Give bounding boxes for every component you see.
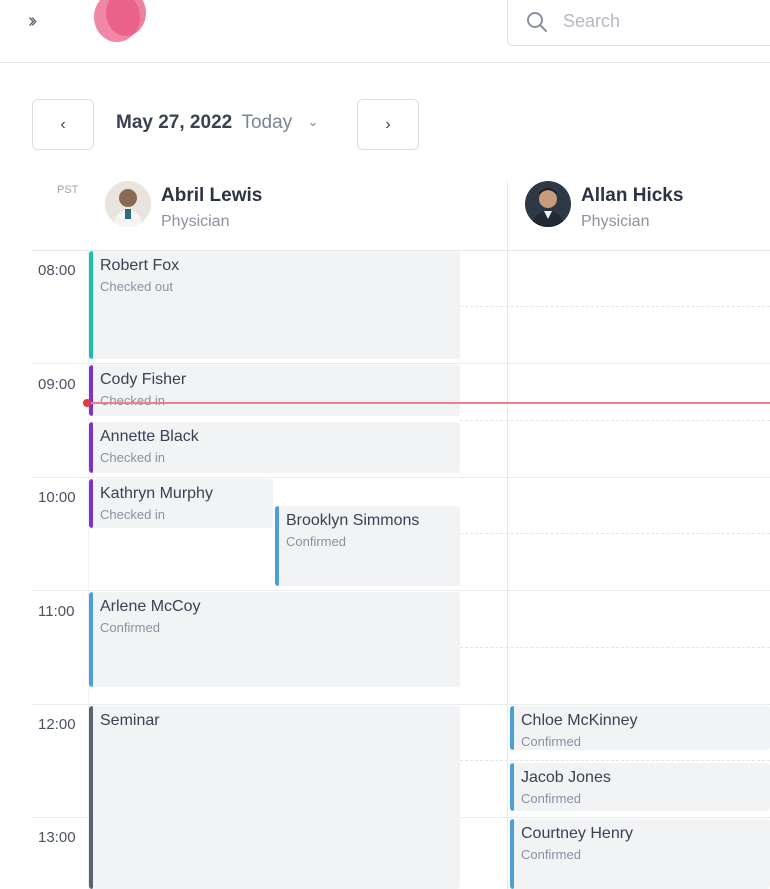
appointment-card[interactable]: Arlene McCoy Confirmed bbox=[89, 592, 460, 687]
appointment-status: Confirmed bbox=[521, 791, 581, 806]
appointment-status: Checked out bbox=[100, 279, 173, 294]
search-icon bbox=[527, 12, 547, 32]
half-hour-line bbox=[460, 533, 770, 534]
appointment-name: Seminar bbox=[100, 712, 160, 729]
avatar bbox=[105, 181, 151, 227]
appointment-name: Jacob Jones bbox=[521, 769, 611, 786]
appointment-card[interactable]: Jacob Jones Confirmed bbox=[510, 763, 770, 811]
half-hour-line bbox=[460, 647, 770, 648]
avatar bbox=[525, 181, 571, 227]
column-divider bbox=[507, 181, 508, 889]
half-hour-line bbox=[460, 420, 770, 421]
appointment-card[interactable]: Chloe McKinney Confirmed bbox=[510, 706, 770, 750]
provider-name: Abril Lewis bbox=[161, 185, 263, 206]
time-label: 08:00 bbox=[38, 262, 76, 279]
appointment-card[interactable]: Cody Fisher Checked in bbox=[89, 365, 460, 416]
current-time-dot bbox=[83, 399, 91, 407]
time-label: 12:00 bbox=[38, 716, 76, 733]
appointment-name: Cody Fisher bbox=[100, 371, 187, 388]
chevron-left-icon: ‹ bbox=[60, 116, 66, 133]
status-color-bar bbox=[510, 819, 514, 889]
appointment-name: Robert Fox bbox=[100, 257, 180, 274]
provider-name: Allan Hicks bbox=[581, 185, 684, 206]
previous-day-button[interactable]: ‹ bbox=[32, 99, 94, 150]
appointment-status: Confirmed bbox=[521, 847, 581, 862]
appointment-card[interactable]: Seminar bbox=[89, 706, 460, 889]
time-label: 10:00 bbox=[38, 489, 76, 506]
time-label: 13:00 bbox=[38, 829, 76, 846]
appointment-status: Checked in bbox=[100, 507, 166, 522]
appointment-name: Brooklyn Simmons bbox=[286, 512, 420, 529]
appointment-status: Confirmed bbox=[100, 620, 160, 635]
next-day-button[interactable]: › bbox=[357, 99, 419, 150]
status-color-bar bbox=[510, 706, 514, 750]
hour-line bbox=[32, 704, 770, 705]
hour-line bbox=[32, 590, 770, 591]
current-time-line bbox=[88, 402, 770, 404]
provider-role: Physician bbox=[161, 213, 230, 230]
status-color-bar bbox=[510, 763, 514, 811]
chevron-right-icon: › bbox=[385, 116, 391, 133]
status-color-bar bbox=[89, 251, 93, 359]
logo bbox=[94, 0, 154, 44]
appointment-card[interactable]: Robert Fox Checked out bbox=[89, 251, 460, 359]
status-color-bar bbox=[89, 706, 93, 889]
top-bar: ›› Search bbox=[0, 0, 770, 63]
appointment-status: Checked in bbox=[100, 450, 166, 465]
appointment-card[interactable]: Kathryn Murphy Checked in bbox=[89, 479, 273, 528]
appointment-card[interactable]: Brooklyn Simmons Confirmed bbox=[275, 506, 460, 586]
appointment-card[interactable]: Annette Black Checked in bbox=[89, 422, 460, 473]
chevron-down-icon: ⌄ bbox=[307, 114, 319, 129]
appointment-name: Arlene McCoy bbox=[100, 598, 201, 615]
appointment-name: Annette Black bbox=[100, 428, 199, 445]
appointment-card[interactable]: Courtney Henry Confirmed bbox=[510, 819, 770, 889]
status-color-bar bbox=[275, 506, 279, 586]
status-color-bar bbox=[89, 422, 93, 473]
hour-line bbox=[32, 363, 770, 364]
today-label: Today bbox=[241, 112, 293, 133]
timezone-label: PST bbox=[57, 184, 79, 196]
appointment-name: Chloe McKinney bbox=[521, 712, 638, 729]
appointment-name: Courtney Henry bbox=[521, 825, 634, 842]
date-picker[interactable]: May 27, 2022 Today ⌄ bbox=[116, 112, 318, 134]
half-hour-line bbox=[460, 306, 770, 307]
double-chevron-right-icon[interactable]: ›› bbox=[28, 8, 52, 34]
hour-line bbox=[32, 477, 770, 478]
provider-role: Physician bbox=[581, 213, 650, 230]
status-color-bar bbox=[89, 592, 93, 687]
half-hour-line bbox=[460, 760, 770, 761]
appointment-status: Checked in bbox=[100, 393, 166, 408]
current-date: May 27, 2022 bbox=[116, 112, 233, 133]
status-color-bar bbox=[89, 365, 93, 416]
status-color-bar bbox=[89, 479, 93, 528]
appointment-name: Kathryn Murphy bbox=[100, 485, 213, 502]
appointment-status: Confirmed bbox=[286, 534, 346, 549]
time-label: 11:00 bbox=[38, 603, 75, 620]
time-label: 09:00 bbox=[38, 376, 76, 393]
appointment-status: Confirmed bbox=[521, 734, 581, 749]
search-placeholder: Search bbox=[563, 11, 621, 31]
search-input[interactable]: Search bbox=[507, 0, 770, 46]
